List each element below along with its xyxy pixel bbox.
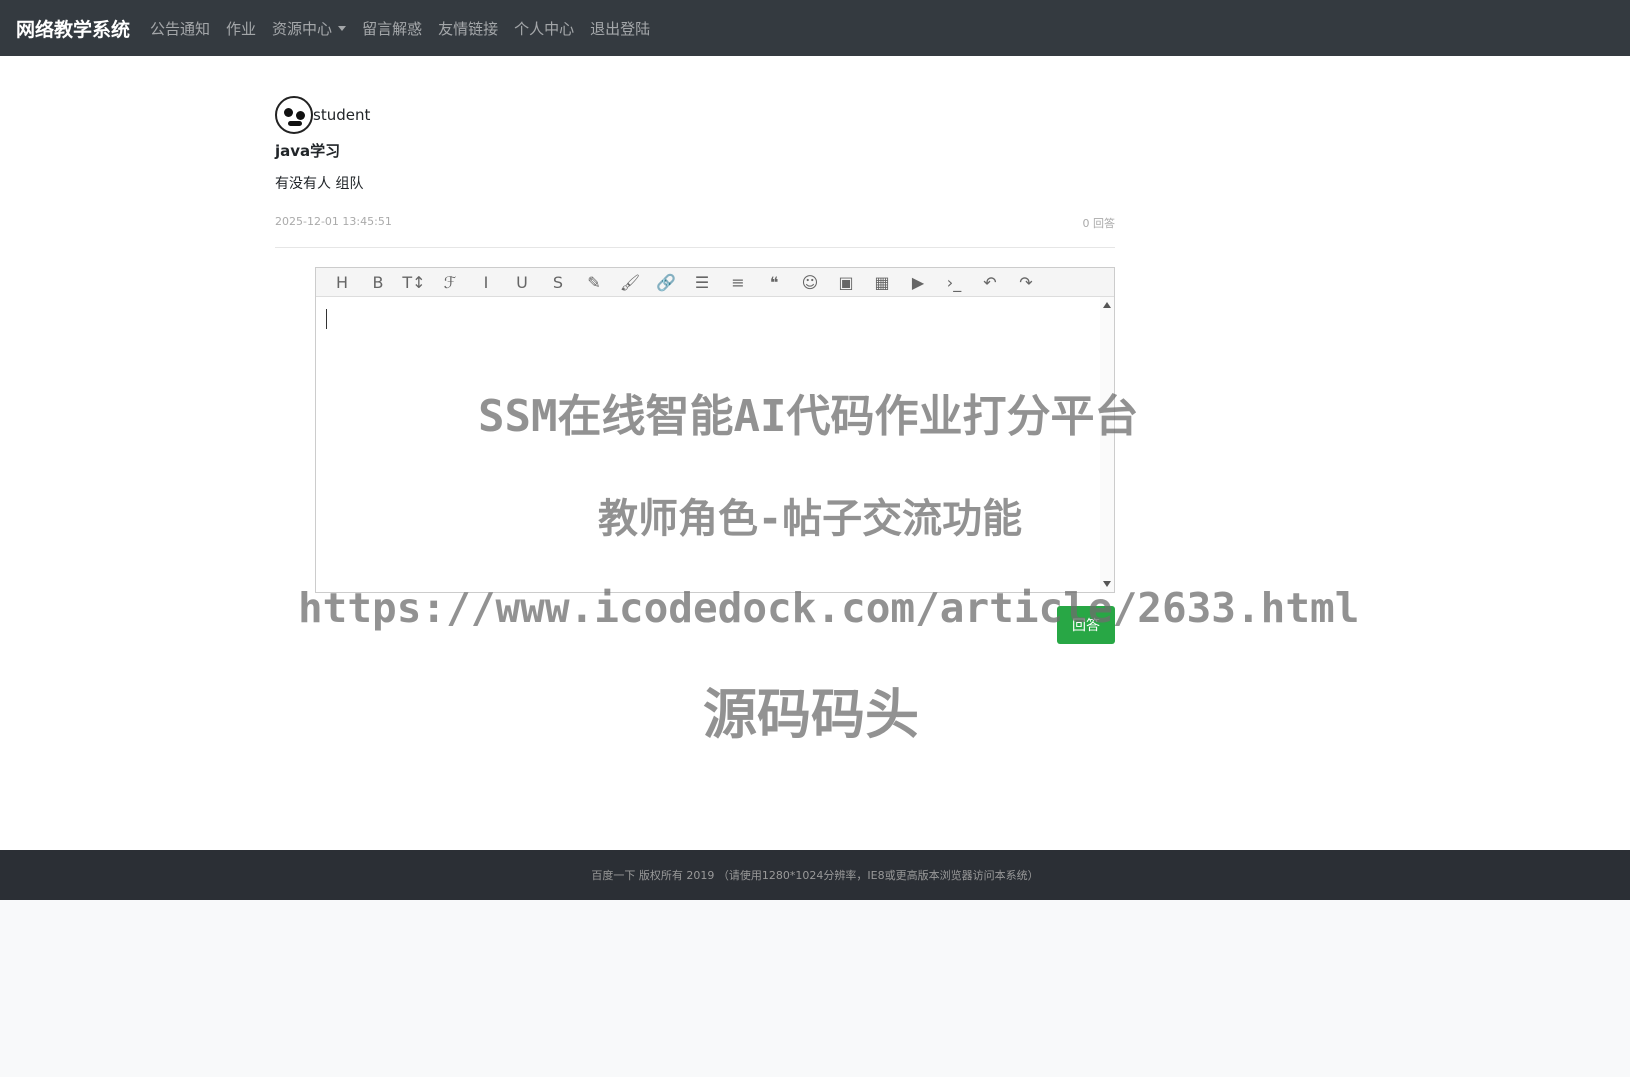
post-card: student java学习 有没有人 组队 2025-12-01 13:45:… <box>275 96 1115 248</box>
editor-toolbar: H B T↕ ℱ I U S ✎ 🖌 🔗 ☰ ≡ ❝ ☺ ▣ ▦ ▶ ›_ ↶ ↷ <box>316 268 1114 297</box>
quote-icon[interactable]: ❝ <box>756 268 792 296</box>
bold-icon[interactable]: B <box>360 268 396 296</box>
author-row: student <box>275 96 1115 134</box>
text-caret <box>326 309 327 329</box>
nav-item-logout[interactable]: 退出登陆 <box>582 18 658 39</box>
post-meta: 2025-12-01 13:45:51 0 回答 <box>275 215 1115 248</box>
redo-icon[interactable]: ↷ <box>1008 268 1044 296</box>
undo-icon[interactable]: ↶ <box>972 268 1008 296</box>
brand-logo[interactable]: 网络教学系统 <box>16 15 130 42</box>
navbar: 网络教学系统 公告通知 作业 资源中心 留言解惑 友情链接 个人中心 退出登陆 <box>0 0 1630 56</box>
background-color-icon[interactable]: 🖌 <box>612 268 648 296</box>
nav-item-notices[interactable]: 公告通知 <box>142 18 218 39</box>
font-family-icon[interactable]: ℱ <box>432 268 468 296</box>
image-icon[interactable]: ▣ <box>828 268 864 296</box>
nav-item-resources[interactable]: 资源中心 <box>264 18 354 39</box>
footer: 百度一下 版权所有 2019 （请使用1280*1024分辨率，IE8或更高版本… <box>0 850 1630 900</box>
post-timestamp: 2025-12-01 13:45:51 <box>275 215 392 228</box>
strikethrough-icon[interactable]: S <box>540 268 576 296</box>
nav-item-homework[interactable]: 作业 <box>218 18 264 39</box>
author-name: student <box>313 106 371 124</box>
underline-icon[interactable]: U <box>504 268 540 296</box>
answer-count: 0 回答 <box>1082 217 1116 230</box>
nav-item-messages[interactable]: 留言解惑 <box>354 18 430 39</box>
link-icon[interactable]: 🔗 <box>648 268 684 296</box>
nav-item-profile[interactable]: 个人中心 <box>506 18 582 39</box>
avatar <box>275 96 313 134</box>
rich-text-editor: H B T↕ ℱ I U S ✎ 🖌 🔗 ☰ ≡ ❝ ☺ ▣ ▦ ▶ ›_ ↶ ↷ <box>315 267 1115 593</box>
italic-icon[interactable]: I <box>468 268 504 296</box>
font-size-icon[interactable]: T↕ <box>396 268 432 296</box>
table-icon[interactable]: ▦ <box>864 268 900 296</box>
font-color-icon[interactable]: ✎ <box>576 268 612 296</box>
answer-button[interactable]: 回答 <box>1057 606 1115 644</box>
emoticon-icon[interactable]: ☺ <box>792 268 828 296</box>
post-content: 有没有人 组队 <box>275 176 364 192</box>
main-content: student java学习 有没有人 组队 2025-12-01 13:45:… <box>0 56 1630 850</box>
list-icon[interactable]: ☰ <box>684 268 720 296</box>
align-icon[interactable]: ≡ <box>720 268 756 296</box>
video-icon[interactable]: ▶ <box>900 268 936 296</box>
scroll-down-icon[interactable] <box>1103 581 1111 587</box>
footer-text: 百度一下 版权所有 2019 （请使用1280*1024分辨率，IE8或更高版本… <box>591 869 1039 882</box>
post-title: java学习 <box>275 142 341 160</box>
heading-icon[interactable]: H <box>324 268 360 296</box>
editor-scrollbar[interactable] <box>1100 297 1114 592</box>
scroll-up-icon[interactable] <box>1103 302 1111 308</box>
editor-textarea[interactable] <box>316 297 1100 592</box>
code-icon[interactable]: ›_ <box>936 268 972 296</box>
nav-item-links[interactable]: 友情链接 <box>430 18 506 39</box>
